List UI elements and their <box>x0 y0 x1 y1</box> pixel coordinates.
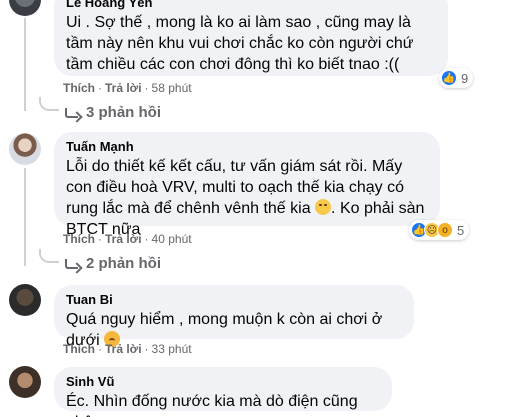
view-replies-button[interactable]: 3 phản hồi <box>65 103 161 123</box>
thread-connector <box>39 97 59 111</box>
avatar[interactable] <box>9 284 41 316</box>
sad-face-emoji-icon <box>315 199 332 215</box>
comment-bubble: Tuan Bi Quá nguy hiểm , mong muộn k còn … <box>54 285 414 349</box>
comment-author[interactable]: Sinh Vũ <box>66 373 380 390</box>
reply-link[interactable]: Trả lời <box>105 232 142 246</box>
like-link[interactable]: Thích <box>63 81 95 95</box>
like-link[interactable]: Thích <box>63 232 95 246</box>
separator: · <box>98 342 102 356</box>
replies-label: 3 phản hồi <box>86 104 161 121</box>
comment-bubble: Lê Hoàng Yến Ui . Sợ thế , mong là ko ai… <box>54 0 448 76</box>
reply-link[interactable]: Trả lời <box>105 81 142 95</box>
comment-text: Ui . Sợ thế , mong là ko ai làm sao , cũ… <box>66 14 414 73</box>
like-icon: 👍 <box>441 70 457 86</box>
comment-author[interactable]: Tuan Bi <box>66 291 402 308</box>
avatar[interactable] <box>9 366 41 398</box>
separator: · <box>144 232 149 246</box>
thread-connector <box>39 249 59 263</box>
wow-icon: o <box>437 222 453 238</box>
avatar[interactable] <box>9 0 41 16</box>
like-link[interactable]: Thích <box>63 342 95 356</box>
separator: · <box>98 81 102 95</box>
comment-text: Éc. Nhìn đống nước kia mà dò điện cũng g… <box>66 393 358 417</box>
comment-author[interactable]: Lê Hoàng Yến <box>66 0 436 11</box>
timestamp[interactable]: 58 phút <box>152 81 192 95</box>
separator: · <box>144 342 149 356</box>
replies-label: 2 phản hồi <box>86 255 161 272</box>
reaction-count: 5 <box>457 222 465 238</box>
thread-line <box>24 18 26 111</box>
comment-bubble: Sinh Vũ Éc. Nhìn đống nước kia mà dò điệ… <box>54 367 392 417</box>
comment-actions: Thích · Trả lời · 33 phút <box>63 341 192 357</box>
timestamp[interactable]: 40 phút <box>152 232 192 246</box>
thread-line <box>24 168 26 266</box>
reply-link[interactable]: Trả lời <box>105 342 142 356</box>
reaction-summary[interactable]: 👍 9 <box>439 68 474 88</box>
comment-author[interactable]: Tuấn Mạnh <box>66 138 428 155</box>
comment-actions: Thích · Trả lời · 40 phút <box>63 231 192 247</box>
reaction-summary[interactable]: 👍 ☹ o 5 <box>409 220 470 240</box>
reaction-count: 9 <box>461 70 469 86</box>
avatar[interactable] <box>9 133 41 165</box>
timestamp[interactable]: 33 phút <box>152 342 192 356</box>
comment-actions: Thích · Trả lời · 58 phút <box>63 80 192 96</box>
separator: · <box>144 81 149 95</box>
comment-text: Lỗi do thiết kế kết cấu, tư vấn giám sát… <box>66 156 428 240</box>
separator: · <box>98 232 102 246</box>
reply-arrow-icon <box>65 259 78 269</box>
comment-bubble: Tuấn Mạnh Lỗi do thiết kế kết cấu, tư vấ… <box>54 132 440 238</box>
reply-arrow-icon <box>65 108 78 118</box>
view-replies-button[interactable]: 2 phản hồi <box>65 254 161 274</box>
